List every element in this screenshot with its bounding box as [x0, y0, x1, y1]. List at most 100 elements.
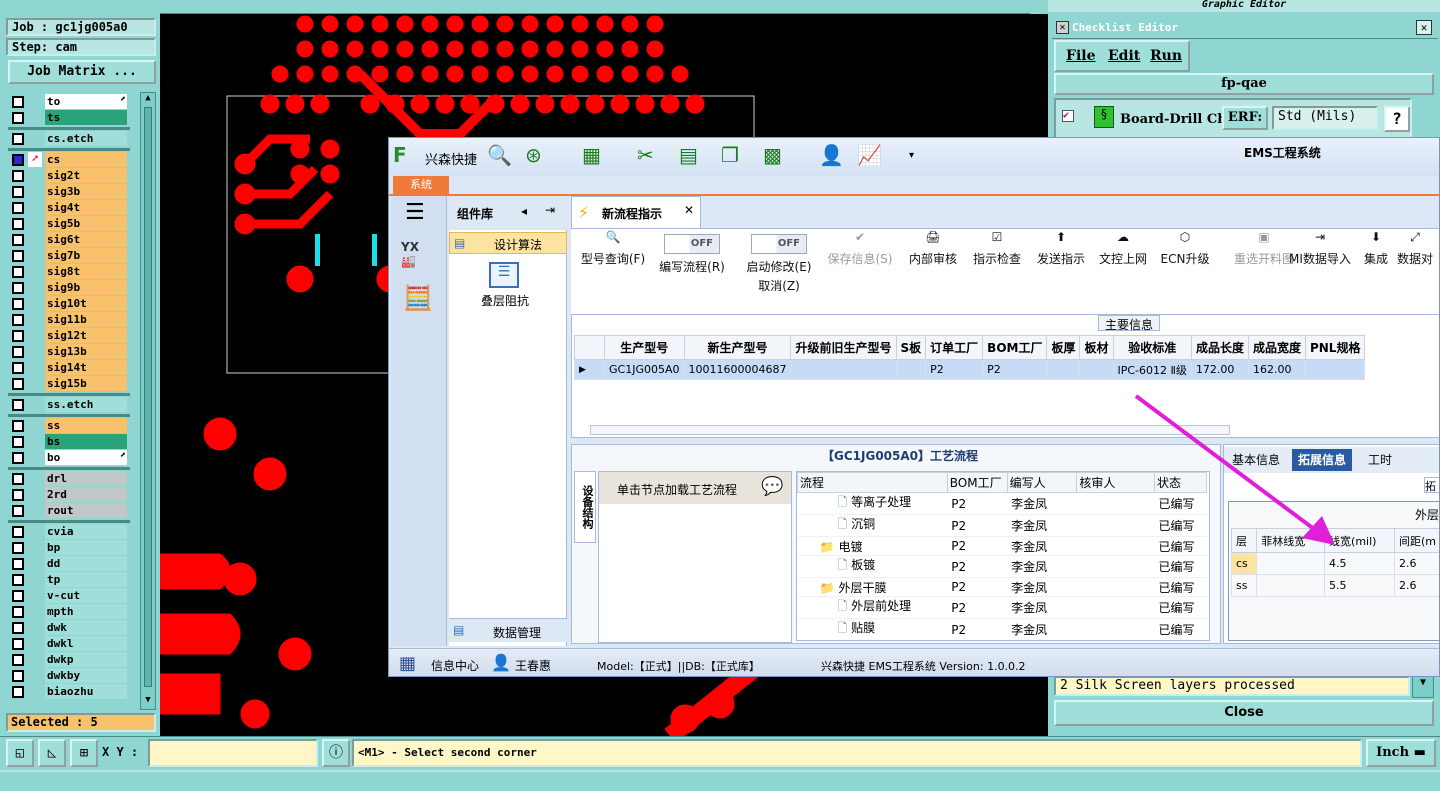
- grid-cell[interactable]: GC1JG005A0: [604, 359, 685, 380]
- layer-checkbox[interactable]: [12, 154, 24, 166]
- film-icon[interactable]: ▤: [679, 144, 698, 166]
- layer-row[interactable]: cvia: [8, 524, 130, 539]
- layer-checkbox[interactable]: [12, 186, 24, 198]
- layer-row[interactable]: tp: [8, 572, 130, 587]
- tree-column-header[interactable]: BOM工厂: [946, 472, 1008, 493]
- ribbon-button[interactable]: ☑ 指示检查: [967, 230, 1027, 267]
- layer-name[interactable]: sig8t: [45, 264, 127, 279]
- right-table-cell[interactable]: 5.5: [1324, 574, 1395, 597]
- grid-cell[interactable]: 10011600004687: [683, 359, 792, 380]
- grid-cell[interactable]: [790, 359, 897, 380]
- layer-row[interactable]: sig3b: [8, 184, 130, 199]
- layer-name[interactable]: dwkl: [45, 636, 127, 651]
- layer-name[interactable]: bs: [45, 434, 127, 449]
- layer-row[interactable]: ts: [8, 110, 130, 125]
- layer-row[interactable]: mpth: [8, 604, 130, 619]
- help-button[interactable]: ?: [1384, 106, 1410, 132]
- right-table-cell[interactable]: ss: [1230, 574, 1258, 597]
- layer-checkbox[interactable]: [12, 654, 24, 666]
- layer-checkbox[interactable]: [12, 298, 24, 310]
- layer-name[interactable]: v-cut: [45, 588, 127, 603]
- layer-row[interactable]: to ⬈: [8, 94, 130, 109]
- layer-row[interactable]: cs.etch: [8, 131, 130, 146]
- menu-icon[interactable]: ☰: [405, 200, 425, 225]
- layer-row[interactable]: dwkl: [8, 636, 130, 651]
- ribbon-button[interactable]: ⇥ MI数据导入: [1287, 230, 1353, 267]
- right-table-cell[interactable]: [1256, 574, 1326, 597]
- calculator-icon[interactable]: 🧮: [403, 284, 433, 312]
- stackup-icon[interactable]: ☰: [489, 262, 519, 288]
- xy-input[interactable]: [148, 739, 318, 767]
- info-tab[interactable]: 工时: [1362, 449, 1398, 471]
- grid-cell[interactable]: IPC-6012 Ⅱ级: [1112, 359, 1192, 380]
- system-tab[interactable]: 系统: [393, 176, 449, 194]
- info-center-label[interactable]: 信息中心: [431, 657, 479, 674]
- grid-apps-icon[interactable]: ▩: [763, 144, 782, 166]
- layer-name[interactable]: sig13b: [45, 344, 127, 359]
- ribbon-button[interactable]: ⬇ 集成: [1359, 230, 1393, 267]
- layer-name[interactable]: sig6t: [45, 232, 127, 247]
- close-button[interactable]: Close: [1054, 700, 1434, 726]
- layer-scrollbar[interactable]: ▲ ▼: [140, 92, 156, 710]
- layer-row[interactable]: 2rd: [8, 487, 130, 502]
- layer-row[interactable]: sig5b: [8, 216, 130, 231]
- layer-row[interactable]: bs: [8, 434, 130, 449]
- ribbon-button[interactable]: ☁ 文控上网: [1093, 230, 1153, 267]
- layer-checkbox[interactable]: [12, 574, 24, 586]
- layer-checkbox[interactable]: [12, 112, 24, 124]
- info-icon[interactable]: ⓘ: [322, 739, 350, 767]
- ribbon-button[interactable]: 🔍 型号查询(F): [577, 230, 649, 267]
- layer-row[interactable]: sig4t: [8, 200, 130, 215]
- scroll-down-icon[interactable]: ▼: [143, 695, 153, 707]
- layer-checkbox[interactable]: [12, 542, 24, 554]
- group-design-algorithm[interactable]: ▤ 设计算法: [449, 232, 567, 254]
- grid-cell[interactable]: 172.00: [1190, 359, 1249, 380]
- grid-cell[interactable]: [1079, 359, 1114, 380]
- layer-row[interactable]: sig13b: [8, 344, 130, 359]
- layer-name[interactable]: cvia: [45, 524, 127, 539]
- layer-checkbox[interactable]: [12, 686, 24, 698]
- grid-cell[interactable]: [1304, 359, 1366, 380]
- table-icon[interactable]: ▦: [582, 144, 601, 166]
- layer-scroll-thumb[interactable]: [144, 107, 152, 687]
- layer-name[interactable]: dd: [45, 556, 127, 571]
- layer-name[interactable]: 2rd: [45, 487, 127, 502]
- scissors-icon[interactable]: ✂: [637, 144, 654, 166]
- tree-row[interactable]: 🗋 贴膜 P2 李金凤 已编写: [797, 618, 1207, 640]
- layer-row[interactable]: dwkp: [8, 652, 130, 667]
- toggle-switch[interactable]: OFF: [751, 234, 807, 254]
- layer-row[interactable]: sig11b: [8, 312, 130, 327]
- layer-name[interactable]: ss: [45, 418, 127, 433]
- side-tab[interactable]: 设备结构: [574, 471, 596, 543]
- erf-value[interactable]: Std (Mils): [1272, 106, 1378, 130]
- search-icon[interactable]: 🔍: [487, 144, 512, 166]
- layer-checkbox[interactable]: [12, 590, 24, 602]
- grid-cell[interactable]: 162.00: [1247, 359, 1306, 380]
- grid-column-header[interactable]: 新生产型号: [683, 335, 792, 360]
- layer-checkbox[interactable]: [12, 473, 24, 485]
- layer-checkbox[interactable]: [12, 96, 24, 108]
- layer-name[interactable]: cs.etch: [45, 131, 127, 146]
- layer-checkbox[interactable]: [12, 250, 24, 262]
- layer-row[interactable]: sig14t: [8, 360, 130, 375]
- ribbon-button[interactable]: ⤢ 数据对: [1393, 230, 1437, 267]
- layer-row[interactable]: sig9b: [8, 280, 130, 295]
- measure-icon[interactable]: ◺: [38, 739, 66, 767]
- grid-column-header[interactable]: 订单工厂: [925, 335, 984, 360]
- layer-row[interactable]: sig6t: [8, 232, 130, 247]
- grid-column-header[interactable]: PNL规格: [1304, 335, 1366, 360]
- layer-checkbox[interactable]: [12, 638, 24, 650]
- layer-row[interactable]: dd: [8, 556, 130, 571]
- layer-checkbox[interactable]: [12, 436, 24, 448]
- window-menu-icon[interactable]: ✕: [1056, 21, 1069, 34]
- grid-column-header[interactable]: 板厚: [1046, 335, 1081, 360]
- layer-row[interactable]: ➚ cs: [8, 152, 130, 167]
- layer-checkbox[interactable]: [12, 314, 24, 326]
- layer-checkbox[interactable]: [12, 170, 24, 182]
- ribbon-button[interactable]: ⬆ 发送指示: [1031, 230, 1091, 267]
- layer-checkbox[interactable]: [12, 234, 24, 246]
- tree-row[interactable]: 📁 外层干膜 P2 李金凤 已编写: [797, 577, 1207, 597]
- chart-icon[interactable]: 📈: [857, 144, 882, 166]
- layer-name[interactable]: to: [45, 94, 127, 109]
- layer-checkbox[interactable]: [12, 202, 24, 214]
